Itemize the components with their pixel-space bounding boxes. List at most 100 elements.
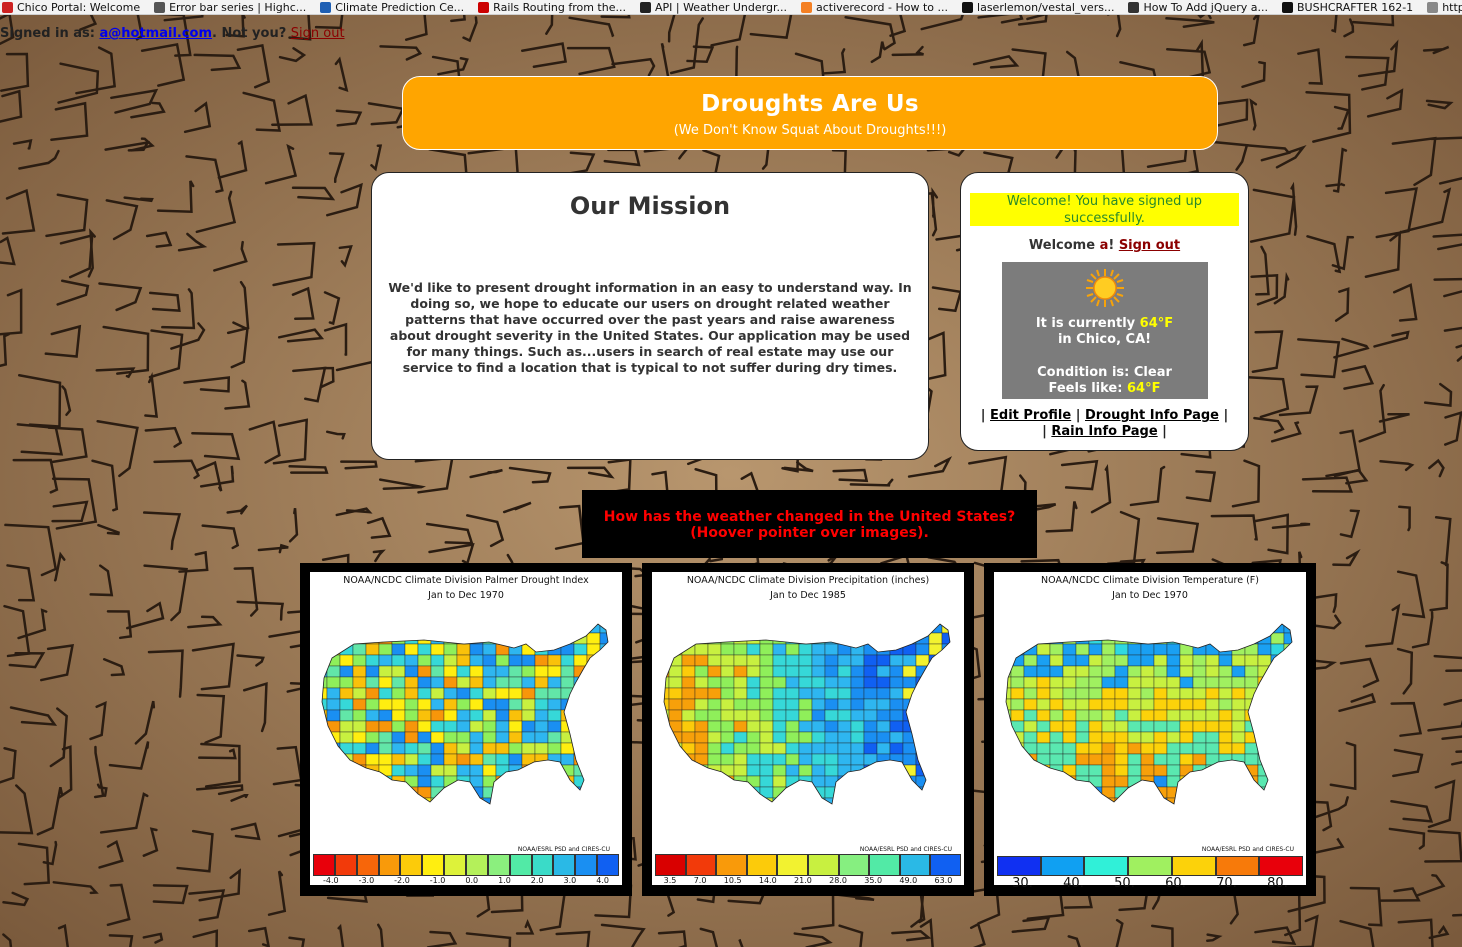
sidebar-sign-out-link[interactable]: Sign out [1119, 238, 1180, 253]
climate-division-cell [483, 809, 496, 820]
edit-profile-link[interactable]: Edit Profile [990, 408, 1071, 423]
climate-division-cell [613, 688, 622, 699]
climate-division-cell [430, 643, 445, 656]
climate-division-cell [599, 764, 608, 777]
climate-division-cell [837, 742, 852, 755]
climate-division-cell [1218, 654, 1233, 667]
climate-division-cell [850, 665, 865, 678]
climate-division-cell [1270, 720, 1285, 733]
bookmark-item[interactable]: Error bar series | Highc... [154, 1, 306, 14]
climate-division-cell [534, 731, 549, 744]
climate-division-cell [850, 797, 865, 804]
climate-division-cell [1205, 720, 1220, 733]
climate-division-cell [1101, 665, 1116, 678]
climate-division-cell [733, 709, 748, 722]
climate-division-cell [1166, 643, 1181, 656]
climate-division-cell [495, 687, 510, 700]
climate-division-cell [850, 698, 865, 711]
bookmark-item[interactable]: Chico Portal: Welcome [2, 1, 140, 14]
climate-division-cell [1153, 731, 1168, 744]
climate-division-cell [1218, 797, 1233, 804]
top-sign-out-link[interactable]: Sign out [291, 26, 345, 41]
climate-division-cell [1179, 731, 1194, 744]
climate-division-cell [443, 654, 458, 667]
climate-division-cell [1153, 764, 1168, 777]
climate-division-cell [469, 753, 484, 766]
bookmark-item[interactable]: activerecord - How to ... [800, 1, 948, 14]
climate-division-cell [1270, 665, 1285, 678]
climate-division-cell [430, 676, 445, 689]
climate-division-cell [889, 720, 904, 733]
bookmark-item[interactable]: Rails Routing from the... [478, 1, 626, 14]
climate-division-cell [889, 698, 904, 711]
climate-division-cell [404, 764, 419, 777]
climate-division-cell [664, 731, 670, 744]
climate-division-cell [521, 742, 536, 755]
climate-division-cell [1036, 698, 1051, 711]
bookmark-item[interactable]: laserlemon/vestal_vers... [962, 1, 1114, 14]
climate-division-cell [1270, 709, 1285, 722]
climate-division-cell [535, 809, 548, 820]
climate-division-cell [1127, 720, 1142, 733]
climate-division-cell [573, 654, 588, 667]
bookmark-item[interactable]: How To Add jQuery a... [1128, 1, 1268, 14]
climate-division-cell [1297, 776, 1306, 787]
signed-in-email-link[interactable]: a@hotmail.com [100, 26, 213, 41]
climate-division-cell [798, 632, 813, 645]
climate-division-cell [746, 753, 761, 766]
climate-division-cell [1036, 720, 1051, 733]
climate-division-cell [746, 698, 761, 711]
climate-division-cell [495, 709, 510, 722]
map-card: NOAA/NCDC Climate Division Temperature (… [994, 572, 1306, 891]
climate-division-cell [456, 632, 471, 645]
map-color-legend [655, 854, 961, 876]
drought-index-map-tile[interactable]: NOAA/NCDC Climate Division Palmer Drough… [300, 563, 632, 896]
precipitation-map-tile[interactable]: NOAA/NCDC Climate Division Precipitation… [642, 563, 974, 896]
climate-division-cell [1232, 809, 1245, 820]
climate-division-cell [1101, 698, 1116, 711]
bookmark-item[interactable]: BUSHCRAFTER 162-1 [1282, 1, 1413, 14]
climate-division-cell [469, 676, 484, 689]
climate-division-cell [534, 624, 549, 634]
bookmark-item[interactable]: API | Weather Undergr... [639, 1, 787, 14]
climate-division-cell [1101, 775, 1116, 788]
bookmark-item[interactable]: Climate Prediction Ce... [320, 1, 464, 14]
climate-division-cell [573, 775, 588, 788]
climate-division-cell [772, 731, 787, 744]
climate-division-cell [1244, 632, 1259, 645]
climate-division-cell [339, 624, 354, 634]
climate-division-cell [560, 753, 575, 766]
climate-division-cell [941, 709, 950, 722]
drought-info-link[interactable]: Drought Info Page [1085, 408, 1219, 423]
climate-division-cell [378, 797, 393, 804]
bookmark-item[interactable]: http://52.41.4 [1427, 1, 1462, 14]
map-legend-ticks: 30. 40. 50. 60. 70. 80. [997, 876, 1303, 891]
climate-division-cell [811, 687, 826, 700]
climate-division-cell [522, 809, 535, 820]
climate-division-cell [365, 654, 380, 667]
climate-division-cell [1297, 732, 1306, 743]
map-period: Jan to Dec 1985 [770, 590, 846, 601]
site-subtitle: (We Don't Know Squat About Droughts!!!) [673, 123, 947, 138]
climate-division-cell [1062, 687, 1077, 700]
climate-division-cell [417, 720, 432, 733]
rain-info-link[interactable]: Rain Info Page [1051, 424, 1157, 439]
climate-division-cell [322, 764, 328, 777]
climate-division-cell [469, 720, 484, 733]
climate-division-cell [560, 624, 575, 634]
climate-division-cell [785, 624, 800, 634]
climate-division-cell [508, 676, 523, 689]
climate-division-cell [876, 742, 891, 755]
climate-division-cell [1088, 665, 1103, 678]
question-line-1: How has the weather changed in the Unite… [603, 509, 1016, 525]
temperature-map-tile[interactable]: NOAA/NCDC Climate Division Temperature (… [984, 563, 1316, 896]
climate-division-cell [1205, 676, 1220, 689]
legend-tick-label: 60. [1165, 876, 1186, 891]
climate-division-cell [322, 742, 328, 755]
climate-division-cell [1166, 764, 1181, 777]
climate-division-cell [1011, 809, 1024, 820]
climate-division-cell [599, 797, 608, 804]
climate-division-cell [851, 809, 864, 820]
climate-division-cell [378, 709, 393, 722]
climate-division-cell [482, 665, 497, 678]
